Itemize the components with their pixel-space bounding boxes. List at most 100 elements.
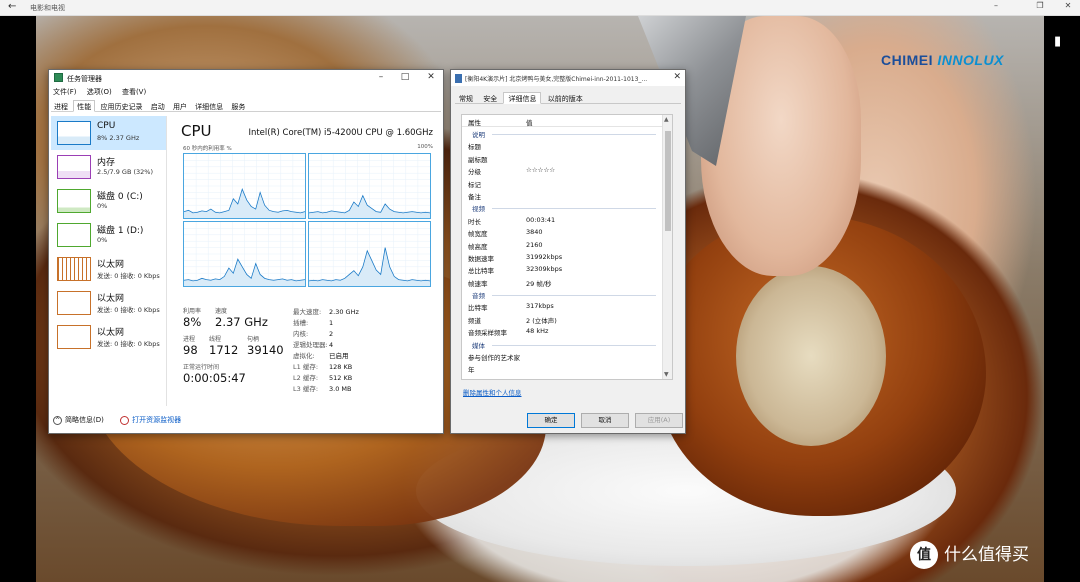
property-row[interactable]: 时长 00:03:41 <box>462 214 672 226</box>
minimize-icon[interactable]: – <box>371 72 391 82</box>
tab-users[interactable]: 用户 <box>170 101 190 113</box>
resource-monitor-link[interactable]: 打开资源监视器 <box>120 415 181 425</box>
property-row[interactable]: 帧宽度 3840 <box>462 226 672 238</box>
property-row[interactable]: 参与创作的艺术家 <box>462 350 672 362</box>
fewer-details-link[interactable]: 简略信息(D) <box>65 416 104 424</box>
cpu-graph-core-0 <box>183 153 306 219</box>
tab-details[interactable]: 详细信息 <box>192 101 226 113</box>
sidebar-item-disk1[interactable]: 磁盘 1 (D:) 0% <box>51 218 166 252</box>
cpu-thumb-graph <box>57 121 91 145</box>
menu-file[interactable]: 文件(F) <box>53 88 77 96</box>
sidebar-item-memory[interactable]: 内存 2.5/7.9 GB (32%) <box>51 150 166 184</box>
close-icon[interactable]: ✕ <box>673 72 681 82</box>
tab-performance[interactable]: 性能 <box>73 100 96 112</box>
property-list[interactable]: 属性 值 说明标题副标题分级 ☆☆☆☆☆ 标记备注 视频 时长 00:03:41 帧宽度 38… <box>461 114 673 380</box>
property-key: 时长 <box>468 217 481 226</box>
duck-meat <box>736 266 886 446</box>
section-label: 说明 <box>472 131 485 139</box>
property-row[interactable]: 频道 2 (立体声) <box>462 313 672 325</box>
property-value: 31992kbps <box>526 252 563 261</box>
property-row[interactable]: 总比特率 32309kbps <box>462 263 672 275</box>
property-row[interactable]: 标记 <box>462 177 672 189</box>
close-icon[interactable]: ✕ <box>421 72 441 82</box>
minimize-icon[interactable]: – <box>984 1 1008 10</box>
letterbox-right: ▮ <box>1044 16 1080 582</box>
remove-properties-link[interactable]: 删除属性和个人信息 <box>463 387 522 397</box>
menu-options[interactable]: 选项(O) <box>87 88 112 96</box>
property-key: 备注 <box>468 192 481 201</box>
property-key: 参与创作的艺术家 <box>468 354 520 363</box>
property-section[interactable]: 音频 <box>462 288 672 300</box>
property-section[interactable]: 说明 <box>462 127 672 139</box>
app-titlebar: ← 电影和电视 – ❐ ✕ <box>0 0 1080 16</box>
cpu-graph-core-1 <box>308 153 431 219</box>
tab-startup[interactable]: 启动 <box>148 101 168 113</box>
back-arrow-icon[interactable]: ← <box>8 1 16 12</box>
chevron-up-icon[interactable]: ^ <box>53 415 62 425</box>
property-row[interactable]: 数据速率 31992kbps <box>462 251 672 263</box>
column-value[interactable]: 值 <box>526 117 533 127</box>
sidebar-item-sub: 0% <box>97 202 108 210</box>
property-section[interactable]: 视频 <box>462 201 672 213</box>
property-row[interactable]: 年 <box>462 362 672 374</box>
spec-row: L2 缓存: 512 KB <box>293 374 353 382</box>
property-section[interactable]: 媒体 <box>462 338 672 350</box>
apply-button[interactable]: 应用(A) <box>635 413 683 428</box>
resource-monitor-icon <box>120 415 130 425</box>
property-key: 数据速率 <box>468 254 494 263</box>
scroll-thumb[interactable] <box>665 131 671 231</box>
watermark-text: 什么值得买 <box>944 545 1029 565</box>
sidebar-item-cpu[interactable]: CPU 8% 2.37 GHz <box>51 116 166 150</box>
thread-value: 1712 <box>209 343 239 357</box>
property-value: 3840 <box>526 228 543 237</box>
sidebar-item-ethernet-3[interactable]: 以太网 发送: 0 接收: 0 Kbps <box>51 320 166 354</box>
property-key: 标题 <box>468 143 481 152</box>
tab-security[interactable]: 安全 <box>479 93 501 105</box>
maximize-icon[interactable]: □ <box>395 72 415 82</box>
column-property[interactable]: 属性 <box>468 117 481 127</box>
tab-app-history[interactable]: 应用历史记录 <box>97 101 145 113</box>
app-title: 电影和电视 <box>30 4 65 12</box>
spec-row: L1 缓存: 128 KB <box>293 363 353 371</box>
cancel-button[interactable]: 取消 <box>581 413 629 428</box>
sidebar-item-disk0[interactable]: 磁盘 0 (C:) 0% <box>51 184 166 218</box>
property-row[interactable]: 帧速率 29 帧/秒 <box>462 276 672 288</box>
property-row[interactable]: 备注 <box>462 189 672 201</box>
sidebar-item-ethernet-2[interactable]: 以太网 发送: 0 接收: 0 Kbps <box>51 286 166 320</box>
sidebar-item-label: CPU <box>97 121 116 131</box>
property-row[interactable]: 比特率 317kbps <box>462 300 672 312</box>
property-row[interactable]: 分级 ☆☆☆☆☆ <box>462 164 672 176</box>
taskmgr-footer: ^ 简略信息(D) 打开资源监视器 <box>53 415 181 425</box>
property-key: 副标题 <box>468 155 488 164</box>
property-value: 32309kbps <box>526 265 563 274</box>
property-row[interactable]: 副标题 <box>462 152 672 164</box>
property-row[interactable]: 音频采样频率 48 kHz <box>462 325 672 337</box>
sidebar-item-ethernet-1[interactable]: 以太网 发送: 0 接收: 0 Kbps <box>51 252 166 286</box>
property-value: 317kbps <box>526 302 554 311</box>
ethernet-thumb-graph <box>57 291 91 315</box>
property-row[interactable]: 标题 <box>462 139 672 151</box>
scrollbar[interactable]: ▲ ▼ <box>662 115 672 379</box>
sidebar-item-sub: 0% <box>97 236 108 244</box>
tab-previous-versions[interactable]: 以前的版本 <box>544 93 587 105</box>
taskmgr-titlebar[interactable]: 任务管理器 – □ ✕ <box>49 70 443 86</box>
tab-details[interactable]: 详细信息 <box>503 92 542 104</box>
ok-button[interactable]: 确定 <box>527 413 575 428</box>
tab-processes[interactable]: 进程 <box>51 101 71 113</box>
util-label: 利用率 <box>183 308 202 315</box>
property-key: 帧宽度 <box>468 230 488 239</box>
property-value: 2160 <box>526 240 543 249</box>
property-value: ☆☆☆☆☆ <box>526 166 556 175</box>
property-row[interactable]: 帧高度 2160 <box>462 239 672 251</box>
close-icon[interactable]: ✕ <box>1056 1 1080 10</box>
side-panel-icon[interactable]: ▮ <box>1054 34 1061 49</box>
scroll-up-icon[interactable]: ▲ <box>664 116 669 123</box>
tab-general[interactable]: 常规 <box>455 93 477 105</box>
property-key: 年 <box>468 366 475 375</box>
property-key: 分级 <box>468 168 481 177</box>
restore-icon[interactable]: ❐ <box>1028 1 1052 10</box>
tab-services[interactable]: 服务 <box>228 101 248 113</box>
menu-view[interactable]: 查看(V) <box>122 88 146 96</box>
scroll-down-icon[interactable]: ▼ <box>664 371 669 378</box>
props-titlebar[interactable]: [衡阳4K演示片] 北京烤鸭与美女,完整版Chimei-inn-2011-101… <box>451 70 685 86</box>
